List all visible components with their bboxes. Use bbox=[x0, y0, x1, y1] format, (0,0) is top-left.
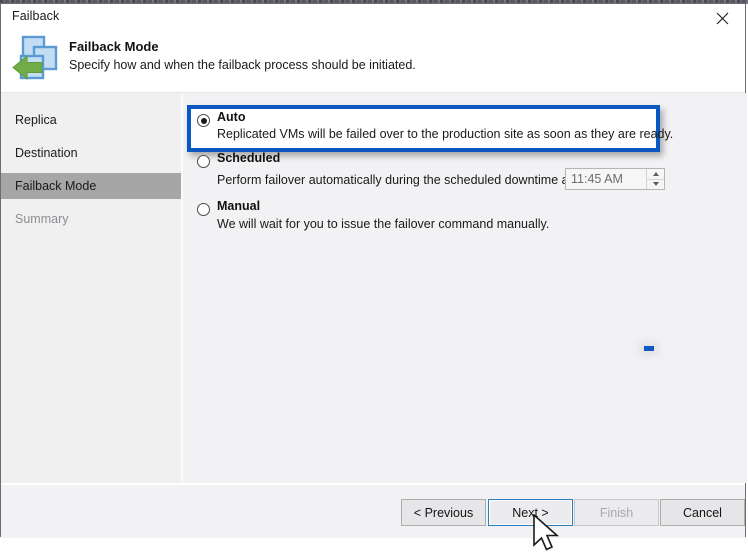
option-auto-label: Auto bbox=[217, 110, 245, 124]
radio-manual[interactable] bbox=[197, 203, 210, 216]
screen: Failback Failback Mode Specify how and w… bbox=[0, 0, 748, 560]
previous-button[interactable]: < Previous bbox=[401, 499, 486, 526]
finish-button[interactable]: Finish bbox=[574, 499, 659, 526]
wizard-steps-sidebar: Replica Destination Failback Mode Summar… bbox=[1, 93, 181, 483]
wizard-footer: < Previous Next > Finish Cancel bbox=[1, 484, 745, 538]
sidebar-item-destination[interactable]: Destination bbox=[1, 140, 181, 166]
option-scheduled-label: Scheduled bbox=[217, 151, 280, 165]
wizard-header: Failback Mode Specify how and when the f… bbox=[1, 32, 745, 92]
time-spinner[interactable] bbox=[646, 169, 664, 189]
failback-replica-arrow-icon bbox=[11, 34, 67, 86]
sidebar-item-label: Failback Mode bbox=[1, 179, 96, 193]
triangle-up-icon[interactable] bbox=[647, 169, 664, 180]
scheduled-time-field[interactable]: 11:45 AM bbox=[565, 168, 665, 190]
scheduled-time-value[interactable]: 11:45 AM bbox=[566, 169, 646, 189]
triangle-down-icon[interactable] bbox=[647, 180, 664, 190]
page-title: Failback Mode bbox=[69, 39, 159, 54]
radio-scheduled[interactable] bbox=[197, 155, 210, 168]
option-manual-description: We will wait for you to issue the failov… bbox=[217, 217, 549, 231]
failback-wizard-window: Failback Failback Mode Specify how and w… bbox=[0, 3, 746, 537]
sidebar-item-failback-mode[interactable]: Failback Mode bbox=[1, 173, 181, 199]
title-bar: Failback bbox=[1, 4, 745, 32]
option-scheduled-description: Perform failover automatically during th… bbox=[217, 173, 576, 187]
sidebar-item-label: Summary bbox=[1, 212, 68, 226]
page-subtitle: Specify how and when the failback proces… bbox=[69, 58, 416, 72]
close-icon[interactable] bbox=[700, 4, 745, 32]
cancel-button[interactable]: Cancel bbox=[660, 499, 745, 526]
stray-blue-marker bbox=[644, 346, 654, 351]
failback-mode-options-pane: Auto Replicated VMs will be failed over … bbox=[183, 93, 747, 483]
sidebar-item-label: Replica bbox=[1, 113, 57, 127]
sidebar-item-replica[interactable]: Replica bbox=[1, 107, 181, 133]
sidebar-item-summary[interactable]: Summary bbox=[1, 206, 181, 232]
option-auto-description: Replicated VMs will be failed over to th… bbox=[217, 127, 673, 141]
next-button[interactable]: Next > bbox=[488, 499, 573, 526]
window-title: Failback bbox=[12, 9, 59, 23]
sidebar-item-label: Destination bbox=[1, 146, 78, 160]
radio-auto[interactable] bbox=[197, 114, 210, 127]
option-manual-label: Manual bbox=[217, 199, 260, 213]
